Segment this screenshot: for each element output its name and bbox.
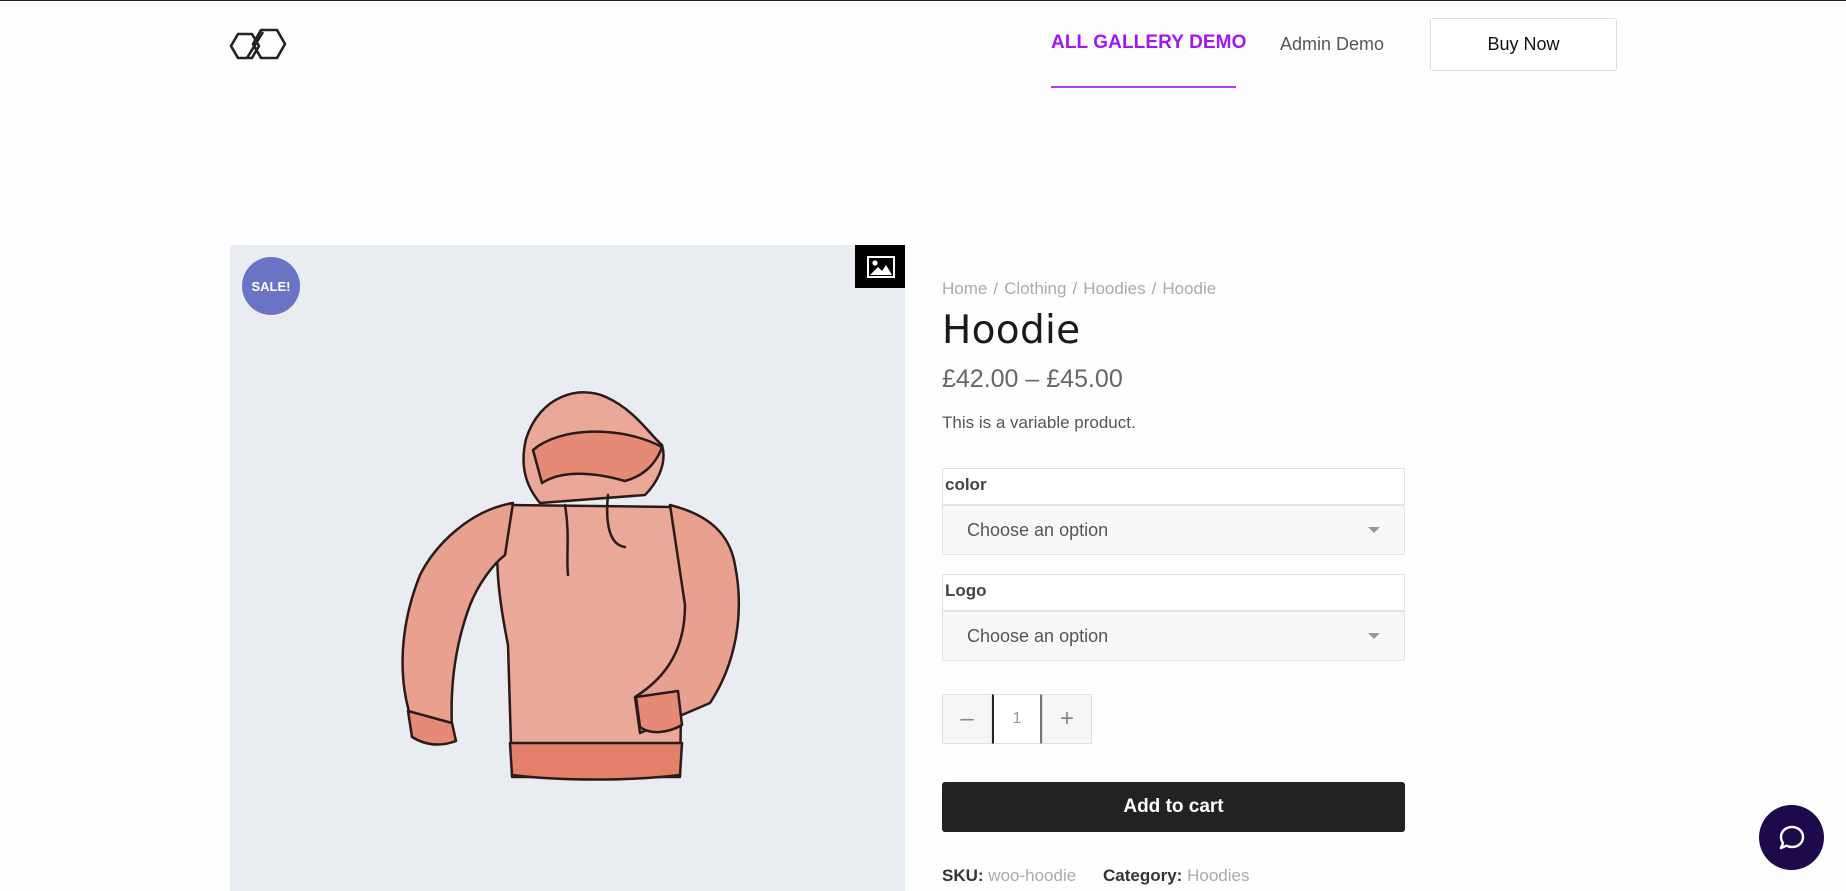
color-select[interactable]: Choose an option — [942, 505, 1405, 555]
logo-icon[interactable] — [229, 24, 289, 66]
breadcrumb-clothing[interactable]: Clothing — [1004, 279, 1066, 299]
hoodie-illustration[interactable] — [230, 245, 905, 891]
product-title: Hoodie — [942, 308, 1081, 353]
breadcrumb-separator: / — [1072, 279, 1078, 298]
nav-active-underline — [1051, 86, 1236, 88]
chat-bubble-icon[interactable] — [1759, 805, 1824, 870]
quantity-stepper: – + — [942, 694, 1092, 744]
sku-value: woo-hoodie — [988, 866, 1077, 885]
breadcrumb-separator: / — [1151, 279, 1157, 298]
chevron-down-icon — [1368, 633, 1380, 639]
quantity-plus-button[interactable]: + — [1042, 694, 1092, 744]
product-category: Category: Hoodies — [1103, 866, 1249, 886]
breadcrumb-separator: / — [993, 279, 999, 298]
top-border — [0, 0, 1846, 1]
sku-label: SKU: — [942, 866, 984, 885]
breadcrumb-hoodies[interactable]: Hoodies — [1083, 279, 1145, 299]
attribute-label-logo: Logo — [942, 574, 1405, 611]
breadcrumb-home[interactable]: Home — [942, 279, 987, 299]
quantity-minus-button[interactable]: – — [942, 694, 992, 744]
category-label: Category: — [1103, 866, 1183, 885]
buy-now-button[interactable]: Buy Now — [1430, 18, 1617, 71]
product-sku: SKU: woo-hoodie — [942, 866, 1076, 886]
chevron-down-icon — [1368, 527, 1380, 533]
logo-select[interactable]: Choose an option — [942, 611, 1405, 661]
color-select-value: Choose an option — [967, 519, 1109, 540]
logo-select-value: Choose an option — [967, 625, 1109, 646]
breadcrumb: Home / Clothing / Hoodies / Hoodie — [942, 279, 1216, 299]
quantity-input[interactable] — [992, 694, 1042, 744]
breadcrumb-current: Hoodie — [1162, 279, 1217, 298]
nav-all-gallery-demo[interactable]: ALL GALLERY DEMO — [1051, 32, 1246, 54]
image-icon[interactable] — [855, 245, 905, 288]
nav-admin-demo[interactable]: Admin Demo — [1280, 34, 1384, 55]
sale-badge: SALE! — [242, 257, 300, 315]
product-description: This is a variable product. — [942, 413, 1136, 432]
product-gallery: SALE! — [230, 245, 905, 891]
product-price: £42.00 – £45.00 — [942, 365, 1123, 393]
add-to-cart-button[interactable]: Add to cart — [942, 782, 1405, 832]
category-link[interactable]: Hoodies — [1187, 866, 1249, 885]
attribute-label-color: color — [942, 468, 1405, 505]
